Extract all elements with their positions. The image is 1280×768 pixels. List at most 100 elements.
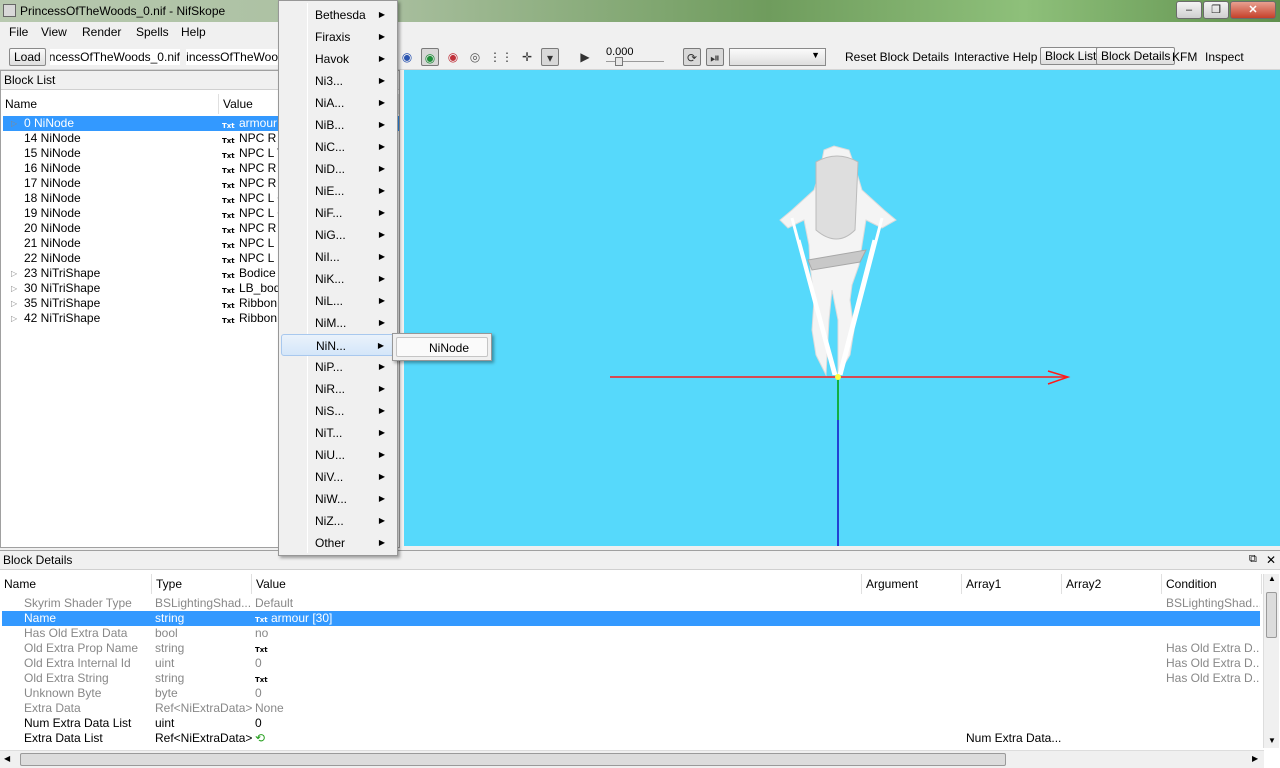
horizontal-scrollbar[interactable]: ◀ ▶ — [0, 750, 1264, 768]
footprints-icon[interactable]: ⋮⋮ — [489, 48, 513, 66]
file-path-field[interactable]: PrincessOfTheWoods_0.nif — [50, 49, 180, 65]
context-menu-item[interactable]: NiZ... ▶ — [281, 510, 395, 532]
detail-value-cell[interactable]: 0 — [255, 716, 855, 731]
context-menu-item[interactable]: Firaxis ▶ — [281, 26, 395, 48]
column-header-name[interactable]: Name — [1, 94, 219, 114]
horizontal-scroll-thumb[interactable] — [20, 753, 1006, 766]
menu-item-label: NiE... — [315, 184, 345, 198]
scroll-down-icon[interactable]: ▼ — [1268, 736, 1276, 745]
kfm-button[interactable]: KFM — [1172, 49, 1197, 65]
column-header-type[interactable]: Type — [152, 574, 252, 594]
float-panel-icon[interactable]: ⧉ — [1249, 553, 1257, 566]
eye-green-icon[interactable]: ◉ — [421, 48, 439, 66]
expand-arrow-icon[interactable]: ▷ — [11, 281, 17, 296]
transform-icon[interactable]: ✛ — [518, 48, 536, 66]
block-list-toggle[interactable]: Block List — [1040, 47, 1102, 65]
file-path-field-2[interactable]: PrincessOfTheWoo — [186, 49, 278, 65]
context-menu-item[interactable]: NiS... ▶ — [281, 400, 395, 422]
scroll-left-icon[interactable]: ◀ — [4, 754, 10, 763]
column-header-array1[interactable]: Array1 — [962, 574, 1062, 594]
context-menu-item[interactable]: NiP... ▶ — [281, 356, 395, 378]
reset-block-details-button[interactable]: Reset Block Details — [845, 49, 949, 65]
context-menu-item[interactable]: Havok ▶ — [281, 48, 395, 70]
render-viewport[interactable] — [404, 70, 1280, 546]
context-menu-item[interactable]: NiR... ▶ — [281, 378, 395, 400]
detail-value-cell[interactable]: 0 — [255, 656, 855, 671]
detail-row[interactable]: Extra Data Ref<NiExtraData> None — [2, 701, 1260, 716]
time-slider-handle[interactable] — [615, 57, 623, 66]
inspect-button[interactable]: Inspect — [1205, 49, 1244, 65]
scroll-right-icon[interactable]: ▶ — [1252, 754, 1258, 763]
scroll-up-icon[interactable]: ▲ — [1268, 574, 1276, 583]
dropdown-arrow-icon[interactable]: ▾ — [541, 48, 559, 66]
block-details-toggle[interactable]: Block Details — [1096, 47, 1176, 65]
step-icon[interactable]: ⏯ — [706, 48, 724, 66]
context-menu-item[interactable]: NiV... ▶ — [281, 466, 395, 488]
menu-render[interactable]: Render — [82, 25, 121, 39]
detail-value-cell[interactable]: no — [255, 626, 855, 641]
context-menu-item[interactable]: NiF... ▶ — [281, 202, 395, 224]
context-menu-item[interactable]: NiG... ▶ — [281, 224, 395, 246]
interactive-help-button[interactable]: Interactive Help — [954, 49, 1037, 65]
detail-value-cell[interactable]: Default — [255, 596, 855, 611]
context-menu-item[interactable]: NiE... ▶ — [281, 180, 395, 202]
menu-file[interactable]: File — [9, 25, 28, 39]
detail-row[interactable]: Old Extra Prop Name string Txt Has Old Ext… — [2, 641, 1260, 656]
detail-row[interactable]: Old Extra String string Txt Has Old Extra … — [2, 671, 1260, 686]
loop-icon[interactable]: ⟳ — [683, 48, 701, 66]
context-menu-item[interactable]: NiL... ▶ — [281, 290, 395, 312]
expand-arrow-icon[interactable]: ▷ — [11, 296, 17, 311]
context-menu-item[interactable]: NiU... ▶ — [281, 444, 395, 466]
detail-row[interactable]: Has Old Extra Data bool no — [2, 626, 1260, 641]
context-menu-item[interactable]: Other ▶ — [281, 532, 395, 554]
context-menu-item[interactable]: NiW... ▶ — [281, 488, 395, 510]
column-header-name[interactable]: Name — [0, 574, 152, 594]
column-header-value[interactable]: Value — [252, 574, 862, 594]
context-menu-item[interactable]: NiN... ▶ — [281, 334, 395, 356]
detail-row[interactable]: Extra Data List Ref<NiExtraData> ⟲ Num Extr… — [2, 731, 1260, 746]
context-menu-item[interactable]: NiT... ▶ — [281, 422, 395, 444]
context-menu-item[interactable]: Ni3... ▶ — [281, 70, 395, 92]
detail-value-cell[interactable]: 0 — [255, 686, 855, 701]
detail-row[interactable]: Skyrim Shader Type BSLightingShad... Defau… — [2, 596, 1260, 611]
detail-row[interactable]: Unknown Byte byte 0 — [2, 686, 1260, 701]
minimize-button[interactable]: ‒ — [1176, 1, 1202, 19]
detail-row[interactable]: Num Extra Data List uint 0 — [2, 716, 1260, 731]
context-menu-item[interactable]: NiD... ▶ — [281, 158, 395, 180]
context-menu-item[interactable]: NiB... ▶ — [281, 114, 395, 136]
close-panel-icon[interactable]: ✕ — [1266, 553, 1276, 567]
eye-grey-icon[interactable]: ◎ — [466, 48, 484, 66]
context-menu-item[interactable]: NiK... ▶ — [281, 268, 395, 290]
detail-value: None — [255, 701, 284, 715]
context-menu-item[interactable]: NiA... ▶ — [281, 92, 395, 114]
menu-spells[interactable]: Spells — [136, 25, 169, 39]
detail-row[interactable]: Name string Txt armour [30] — [2, 611, 1260, 626]
detail-row[interactable]: Old Extra Internal Id uint 0 Has Old Extra … — [2, 656, 1260, 671]
context-menu-item[interactable]: NiI... ▶ — [281, 246, 395, 268]
expand-arrow-icon[interactable]: ▷ — [11, 311, 17, 326]
link-icon[interactable]: ⟲ — [255, 731, 265, 745]
animation-select[interactable]: ▼ — [729, 48, 826, 66]
submenu-item-ninode[interactable]: NiNode — [396, 337, 488, 357]
vertical-scroll-thumb[interactable] — [1266, 592, 1277, 638]
expand-arrow-icon[interactable]: ▷ — [11, 266, 17, 281]
menu-view[interactable]: View — [41, 25, 67, 39]
detail-value-cell[interactable]: ⟲ — [255, 731, 855, 746]
context-menu-item[interactable]: Bethesda ▶ — [281, 4, 395, 26]
context-menu-item[interactable]: NiM... ▶ — [281, 312, 395, 334]
eye-red-icon[interactable]: ◉ — [444, 48, 462, 66]
model-figure — [779, 145, 897, 377]
play-icon[interactable]: ▶ — [576, 48, 594, 66]
restore-button[interactable]: ❐ — [1203, 1, 1229, 19]
column-header-array2[interactable]: Array2 — [1062, 574, 1162, 594]
context-menu-item[interactable]: NiC... ▶ — [281, 136, 395, 158]
column-header-argument[interactable]: Argument — [862, 574, 962, 594]
load-button[interactable]: Load — [9, 48, 46, 66]
menu-help[interactable]: Help — [181, 25, 206, 39]
eye-icon[interactable]: ◉ — [398, 48, 416, 66]
expand-arrow-icon[interactable]: ▷ — [11, 116, 17, 131]
vertical-scrollbar[interactable]: ▲ ▼ — [1263, 574, 1279, 748]
detail-value-cell[interactable]: None — [255, 701, 855, 716]
close-button[interactable]: ✕ — [1230, 1, 1276, 19]
column-header-condition[interactable]: Condition — [1162, 574, 1262, 594]
